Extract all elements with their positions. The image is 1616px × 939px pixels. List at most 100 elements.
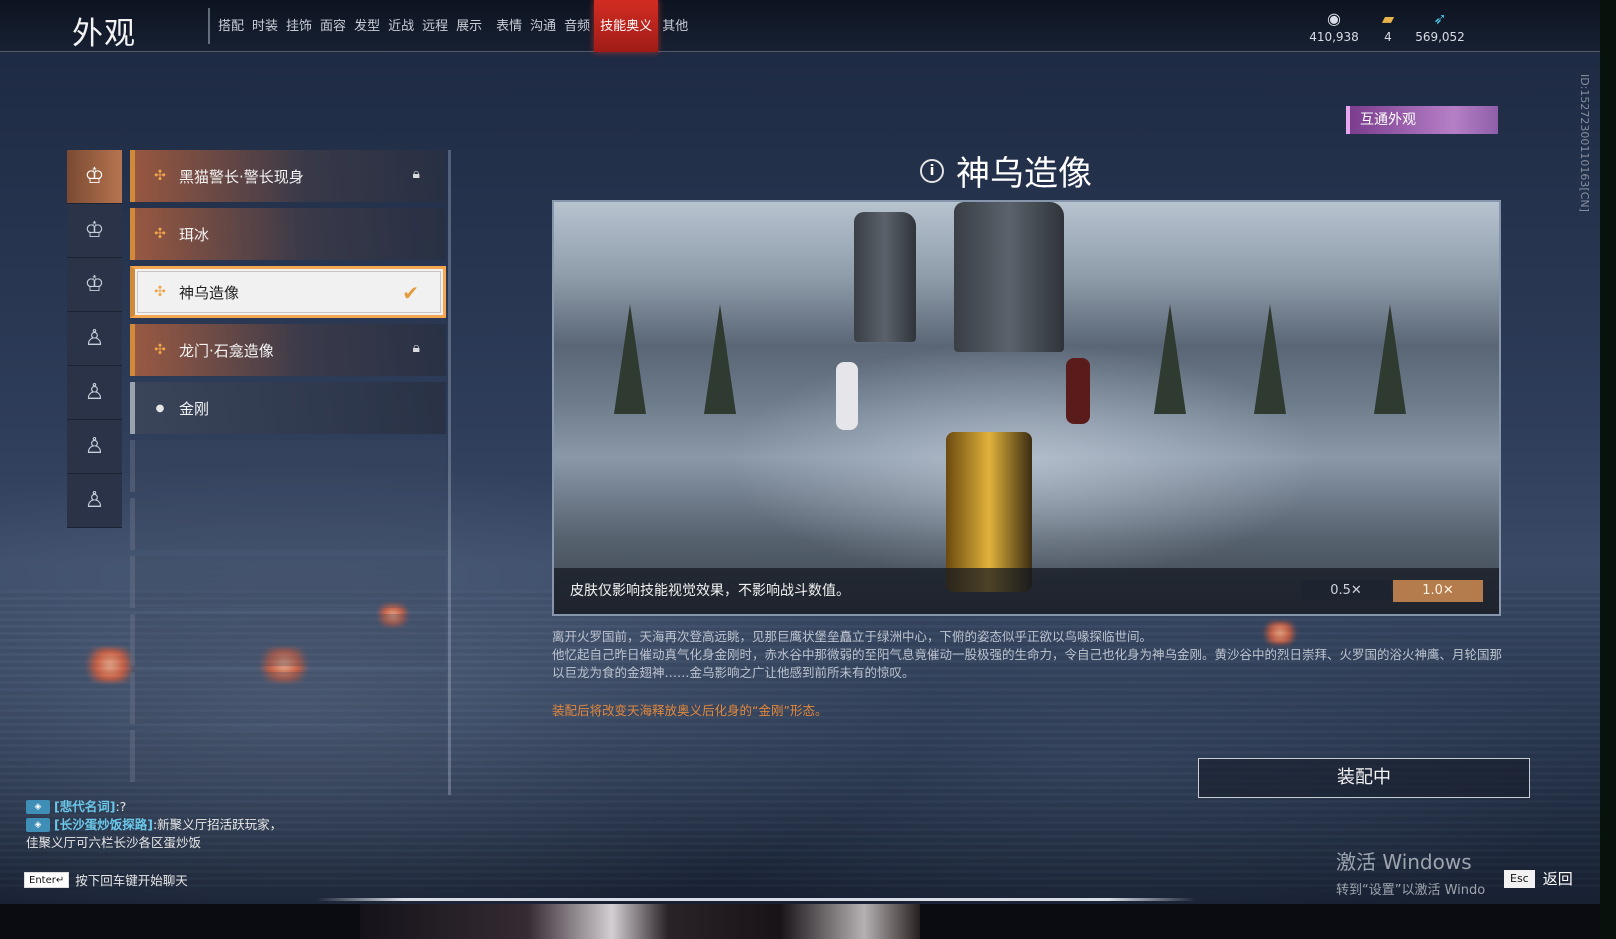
- bottom-divider: [316, 898, 1196, 901]
- tab-fashion[interactable]: 时装: [248, 0, 282, 52]
- skin-item[interactable]: ✣ 龙门·石龛造像 🔒︎: [130, 324, 446, 376]
- header-divider: [208, 8, 210, 44]
- appearance-tabs: 搭配 时装 挂饰 面容 发型 近战 远程 展示 表情 沟通 音频 技能奥义 其他: [214, 0, 692, 52]
- tab-ranged[interactable]: 远程: [418, 0, 452, 52]
- watermark-title: 激活 Windows: [1336, 850, 1472, 874]
- speed-1.0x-button[interactable]: 1.0✕: [1393, 580, 1483, 602]
- page-title: 外观: [72, 16, 136, 52]
- tab-other[interactable]: 其他: [658, 0, 692, 52]
- skin-rarity-icon: ✣: [154, 226, 166, 242]
- lock-icon: 🔒︎: [412, 340, 420, 356]
- lantern-decoration: [84, 648, 136, 682]
- tab-melee[interactable]: 近战: [384, 0, 418, 52]
- skin-title: i 神乌造像: [920, 146, 1092, 195]
- currency-feather-value: 569,052: [1415, 30, 1465, 44]
- tab-hair[interactable]: 发型: [350, 0, 384, 52]
- tab-accessory[interactable]: 挂饰: [282, 0, 316, 52]
- chat-message: ◈ [悲代名词] :?: [26, 798, 282, 816]
- category-button[interactable]: ♙: [67, 366, 122, 420]
- statue-icon: ♔: [84, 164, 105, 189]
- character-figure: [836, 362, 858, 430]
- category-button[interactable]: ♔: [67, 150, 122, 204]
- chat-message: ◈ [长沙蛋炒饭探路] :新聚义厅招活跃玩家，: [26, 816, 282, 834]
- feather-icon: ➶: [1433, 9, 1447, 28]
- chat-text: :新聚义厅招活跃玩家，: [152, 817, 283, 832]
- skin-item-selected[interactable]: ✣ 神乌造像 ✔: [130, 266, 446, 318]
- tree-decoration: [1374, 304, 1406, 414]
- lock-icon: 🔒︎: [412, 166, 420, 182]
- statue-icon: ♔: [84, 218, 105, 243]
- empty-slot: [130, 556, 446, 608]
- statue-icon: ♔: [84, 272, 105, 297]
- category-button[interactable]: ♙: [67, 312, 122, 366]
- check-icon: ✔: [402, 281, 419, 305]
- channel-icon: ◈: [26, 818, 50, 832]
- back-label: 返回: [1542, 870, 1573, 888]
- chat-input-hint[interactable]: Enter↵ 按下回车键开始聊天: [24, 870, 188, 889]
- rock-pillar: [954, 202, 1064, 352]
- tree-decoration: [1154, 304, 1186, 414]
- category-column: ♔ ♔ ♔ ♙ ♙ ♙ ♙: [67, 150, 122, 528]
- watermark-subtitle: 转到“设置”以激活 Windo: [1336, 883, 1486, 898]
- empty-slot: [130, 614, 446, 666]
- tab-communication[interactable]: 沟通: [526, 0, 560, 52]
- category-button[interactable]: ♙: [67, 420, 122, 474]
- list-scrollbar[interactable]: [448, 150, 451, 795]
- skin-name: 黑猫警长·警长现身: [179, 167, 304, 186]
- skin-rarity-icon: ✣: [154, 284, 166, 300]
- chat-nick[interactable]: [长沙蛋炒饭探路]: [54, 816, 153, 834]
- empty-slot: [130, 730, 446, 782]
- player-id: ID:15272300110163[CN]: [1578, 74, 1591, 212]
- tree-decoration: [614, 304, 646, 414]
- window-edge: [1600, 0, 1616, 939]
- equip-button[interactable]: 装配中: [1198, 758, 1530, 798]
- description-paragraph: 他忆起自己昨日催动真气化身金刚时，赤水谷中那微弱的至阳气息竟催动一股极强的生命力…: [552, 647, 1503, 680]
- bell-icon: ♙: [84, 434, 105, 459]
- rock-pillar: [854, 212, 916, 342]
- category-button[interactable]: ♔: [67, 204, 122, 258]
- top-bar: 外观 搭配 时装 挂饰 面容 发型 近战 远程 展示 表情 沟通 音频 技能奥义…: [0, 0, 1600, 52]
- chat-box: ◈ [悲代名词] :? ◈ [长沙蛋炒饭探路] :新聚义厅招活跃玩家， 佳聚义厅…: [26, 798, 282, 852]
- back-button[interactable]: Esc 返回: [1504, 868, 1573, 889]
- windows-activation-watermark: 激活 Windows 转到“设置”以激活 Windo: [1336, 846, 1485, 898]
- enter-key-icon: Enter↵: [24, 871, 70, 888]
- skin-default-icon: ●: [155, 402, 165, 414]
- cross-platform-badge: 互通外观: [1346, 106, 1498, 134]
- chat-text: :?: [115, 799, 127, 814]
- bell-icon: ♙: [84, 380, 105, 405]
- chat-text: 佳聚义厅可六栏长沙各区蛋炒饭: [26, 835, 202, 850]
- channel-icon: ◈: [26, 800, 50, 814]
- tree-decoration: [1254, 304, 1286, 414]
- skin-name: 金刚: [179, 399, 210, 418]
- equip-note: 装配后将改变天海释放奥义后化身的“金刚”形态。: [552, 703, 828, 718]
- chat-nick[interactable]: [悲代名词]: [54, 798, 115, 816]
- skin-rarity-icon: ✣: [154, 168, 166, 184]
- tab-skill-ultimate[interactable]: 技能奥义: [594, 0, 659, 52]
- skin-name: 龙门·石龛造像: [179, 341, 274, 360]
- empty-slot: [130, 498, 446, 550]
- category-button[interactable]: ♙: [67, 474, 122, 528]
- skin-description: 离开火罗国前，天海再次登高远眺，见那巨鹰状堡垒矗立于绿洲中心，下俯的姿态似乎正欲…: [552, 628, 1512, 682]
- currency-feather: ➶ 569,052: [1400, 8, 1480, 44]
- tab-audio[interactable]: 音频: [560, 0, 594, 52]
- empty-slot: [130, 440, 446, 492]
- chat-hint-text: 按下回车键开始聊天: [75, 873, 188, 888]
- desktop-image: [360, 904, 920, 939]
- skin-name: 珥冰: [179, 225, 210, 244]
- character-figure: [1066, 358, 1090, 424]
- skin-item[interactable]: ✣ 珥冰: [130, 208, 446, 260]
- skin-item[interactable]: ✣ 黑猫警长·警长现身 🔒︎: [130, 150, 446, 202]
- tab-display[interactable]: 展示: [452, 0, 486, 52]
- info-icon[interactable]: i: [920, 158, 944, 183]
- category-button[interactable]: ♔: [67, 258, 122, 312]
- tree-decoration: [704, 304, 736, 414]
- skin-preview-video[interactable]: 皮肤仅影响技能视觉效果，不影响战斗数值。 0.5✕ 1.0✕: [552, 200, 1501, 616]
- tab-face[interactable]: 面容: [316, 0, 350, 52]
- description-paragraph: 离开火罗国前，天海再次登高远眺，见那巨鹰状堡垒矗立于绿洲中心，下俯的姿态似乎正欲…: [552, 629, 1153, 644]
- empty-slot: [130, 672, 446, 724]
- tab-outfit-set[interactable]: 搭配: [214, 0, 248, 52]
- esc-key-icon: Esc: [1504, 869, 1535, 888]
- skin-item[interactable]: ● 金刚: [130, 382, 446, 434]
- speed-0.5x-button[interactable]: 0.5✕: [1301, 580, 1391, 602]
- tab-emote[interactable]: 表情: [492, 0, 526, 52]
